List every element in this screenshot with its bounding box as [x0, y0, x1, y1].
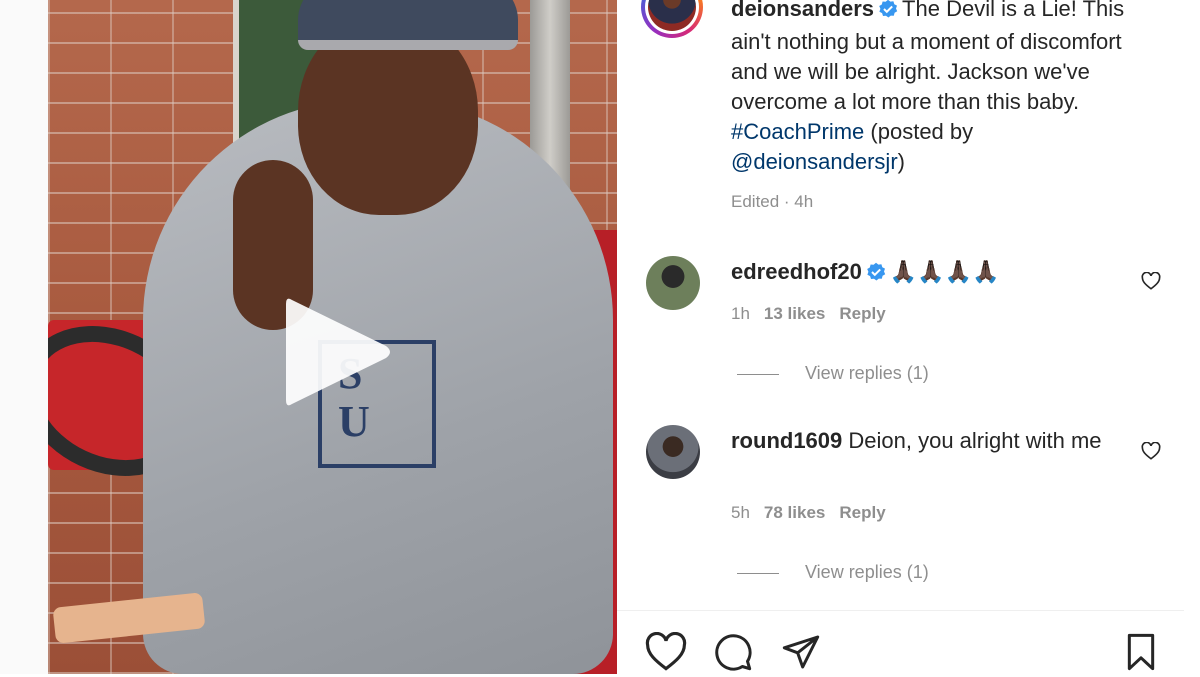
comment-text: 🙏🏿🙏🏿🙏🏿🙏🏿 — [889, 260, 1000, 285]
hashtag-link[interactable]: #CoachPrime — [731, 119, 864, 144]
verified-badge-icon — [878, 0, 898, 27]
comment-reply-button[interactable]: Reply — [839, 503, 885, 522]
bookmark-icon[interactable] — [1121, 632, 1161, 677]
comment-username[interactable]: round1609 — [731, 428, 842, 453]
page-left-margin — [0, 0, 48, 674]
comment-username[interactable]: edreedhof20 — [731, 259, 862, 284]
page-right-margin — [1184, 0, 1200, 674]
post-side-panel: deionsanders The Devil is a Lie! This ain… — [617, 0, 1184, 674]
comment-likes[interactable]: 13 likes — [764, 304, 825, 323]
commenter-avatar[interactable] — [646, 256, 700, 310]
comment-meta: 5h 78 likes Reply — [731, 503, 886, 523]
author-username[interactable]: deionsanders — [731, 0, 874, 21]
comment-text: Deion, you alright with me — [848, 428, 1102, 453]
comment-heart-icon[interactable] — [1141, 441, 1161, 465]
author-avatar[interactable] — [641, 0, 703, 38]
comment-time: 1h — [731, 304, 750, 323]
comment-likes[interactable]: 78 likes — [764, 503, 825, 522]
play-icon[interactable] — [278, 292, 398, 417]
view-replies-dash — [737, 572, 779, 574]
video-person-cap — [298, 0, 518, 50]
edited-timestamp: Edited · 4h — [731, 192, 814, 211]
comment-meta: 1h 13 likes Reply — [731, 304, 886, 324]
comment-reply-button[interactable]: Reply — [839, 304, 885, 323]
view-replies-button[interactable]: View replies (1) — [737, 562, 929, 583]
caption-posted-by: (posted by — [870, 119, 974, 144]
share-icon[interactable] — [781, 632, 821, 677]
comment-body: round1609 Deion, you alright with me — [731, 426, 1121, 456]
comment-icon[interactable] — [713, 632, 753, 677]
comment-body: edreedhof20 🙏🏿🙏🏿🙏🏿🙏🏿 — [731, 257, 1121, 290]
caption-close-paren: ) — [897, 149, 905, 174]
verified-badge-icon — [866, 260, 886, 290]
post-caption: deionsanders The Devil is a Lie! This ain… — [731, 0, 1151, 177]
view-replies-label: View replies (1) — [805, 562, 929, 582]
actions-divider — [617, 610, 1184, 611]
comment-heart-icon[interactable] — [1141, 271, 1161, 295]
mention-link[interactable]: @deionsandersjr — [731, 149, 898, 174]
view-replies-button[interactable]: View replies (1) — [737, 363, 929, 384]
view-replies-label: View replies (1) — [805, 363, 929, 383]
comment-time: 5h — [731, 503, 750, 522]
heart-icon[interactable] — [645, 631, 687, 677]
view-replies-dash — [737, 373, 779, 375]
post-video[interactable]: SU — [48, 0, 617, 674]
commenter-avatar[interactable] — [646, 425, 700, 479]
